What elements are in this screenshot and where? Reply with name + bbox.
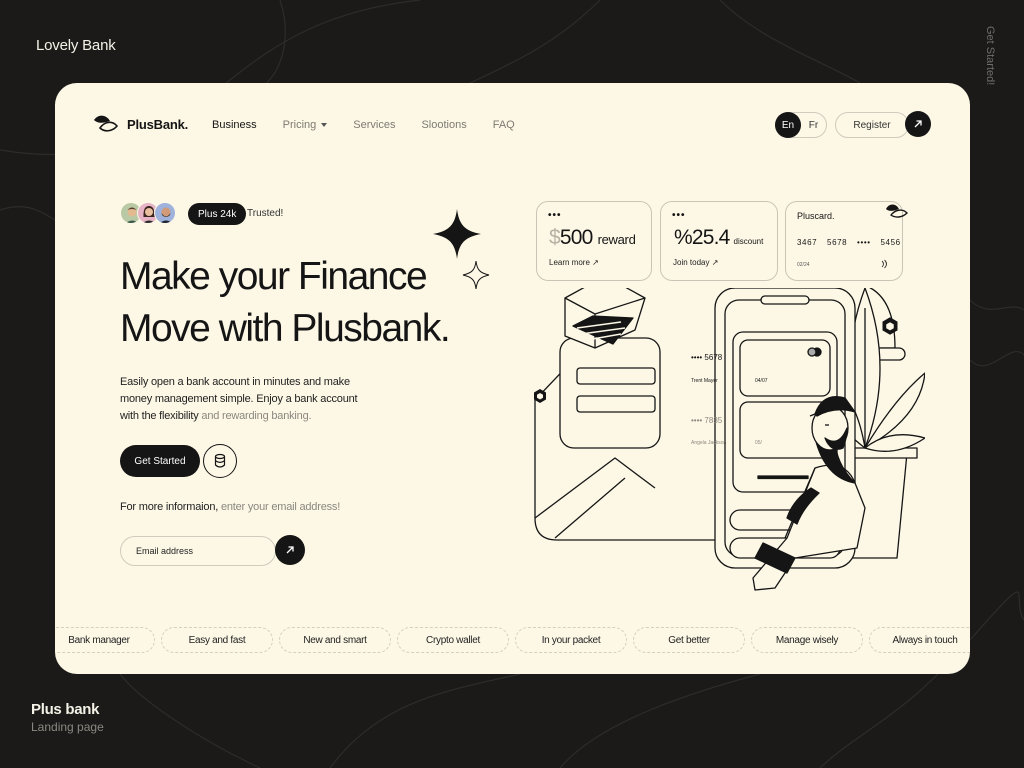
learn-more-link[interactable]: Learn more ↗ xyxy=(549,258,599,267)
currency-symbol: $ xyxy=(549,226,561,249)
ticker-chip: In your packet xyxy=(515,627,627,653)
coins-icon xyxy=(214,453,226,468)
phone-card-expiry: 04/07 xyxy=(755,378,768,384)
landing-card: PlusBank. Business Pricing Services Sloo… xyxy=(55,83,970,674)
top-brand: Lovely Bank xyxy=(36,37,116,54)
nav-solutions[interactable]: Slootions xyxy=(421,119,466,131)
ticker-chip: Bank manager xyxy=(55,627,155,653)
trusted-label: Trusted! xyxy=(247,208,284,219)
get-started-button[interactable]: Get Started xyxy=(120,445,200,477)
nav-services[interactable]: Services xyxy=(353,119,395,131)
discount-value: %25.4 xyxy=(674,226,730,249)
plus-count-badge: Plus 24k xyxy=(188,203,247,225)
discount-amount: %25.4 discount xyxy=(674,226,763,250)
join-today-label: Join today xyxy=(673,258,710,267)
nav-solutions-label: Slootions xyxy=(421,119,467,131)
ticker-chip: Always in touch xyxy=(869,627,970,653)
headline-line-2: Move with Plusbank. xyxy=(120,307,451,350)
nav-pricing-label: Pricing xyxy=(282,119,317,131)
side-get-started[interactable]: Get Started! xyxy=(984,26,996,85)
sparkle-icon xyxy=(433,209,490,290)
menu-dots-icon[interactable]: ••• xyxy=(548,210,562,221)
discount-card[interactable]: ••• %25.4 discount Join today ↗ xyxy=(660,201,778,281)
reward-label: reward xyxy=(597,232,636,247)
description-muted-text: and rewarding banking. xyxy=(198,410,312,422)
headline-line-1: Make your Finance xyxy=(120,255,428,298)
coin-button[interactable] xyxy=(203,444,237,478)
main-nav: Business Pricing Services Slootions FAQ xyxy=(212,119,541,131)
nav-business-label: Business xyxy=(212,119,257,131)
nav-services-label: Services xyxy=(353,119,396,131)
feature-ticker: Bank manager Easy and fast New and smart… xyxy=(55,627,970,653)
email-prompt: For more informaion, enter your email ad… xyxy=(120,501,340,513)
ticker-chip: New and smart xyxy=(279,627,391,653)
arrow-up-right-icon xyxy=(914,120,922,128)
hexagon-icon xyxy=(534,389,546,403)
logo-text: PlusBank. xyxy=(127,116,189,132)
hero-description: Easily open a bank account in minutes an… xyxy=(120,374,370,425)
footer-title: Plus bank xyxy=(31,701,100,718)
card-number: 3467 5678 •••• 5456 xyxy=(797,238,901,247)
nav-faq[interactable]: FAQ xyxy=(493,119,515,131)
footer-subtitle: Landing page xyxy=(31,720,104,734)
avatar xyxy=(154,202,176,224)
nav-pricing[interactable]: Pricing xyxy=(283,119,328,131)
reward-card[interactable]: ••• $500 reward Learn more ↗ xyxy=(536,201,652,281)
nav-faq-label: FAQ xyxy=(492,119,515,131)
phone-card-expiry: 05/ xyxy=(755,440,762,446)
email-prompt-text: For more informaion, xyxy=(120,501,219,513)
ticker-chip: Easy and fast xyxy=(161,627,273,653)
nav-business[interactable]: Business xyxy=(212,119,257,131)
hexagon-icon xyxy=(882,317,898,335)
email-prompt-muted: enter your email address! xyxy=(218,501,341,513)
chevron-down-icon xyxy=(321,123,328,127)
plusbank-logo-icon xyxy=(886,204,908,218)
register-arrow-button[interactable] xyxy=(905,111,931,137)
plusbank-logo-icon xyxy=(94,115,119,132)
discount-label: discount xyxy=(733,237,764,246)
ticker-chip: Get better xyxy=(633,627,745,653)
register-button[interactable]: Register xyxy=(835,112,909,138)
phone-card-number: •••• 7835 xyxy=(691,416,723,425)
lang-en-button[interactable]: En xyxy=(775,112,801,138)
pluscard-title: Pluscard. xyxy=(797,211,835,221)
join-today-link[interactable]: Join today ↗ xyxy=(673,258,718,267)
ticker-chip: Manage wisely xyxy=(751,627,863,653)
phone-card-number: •••• 5678 xyxy=(691,353,723,362)
phone-card-holder: Trent Mayer xyxy=(691,378,718,384)
arrow-up-right-icon xyxy=(286,546,294,554)
language-switch: En Fr xyxy=(775,112,827,138)
menu-dots-icon[interactable]: ••• xyxy=(672,210,686,221)
reward-value: 500 xyxy=(559,226,593,249)
reward-amount: $500 reward xyxy=(549,226,636,250)
logo[interactable]: PlusBank. xyxy=(92,114,188,134)
avatar-group xyxy=(120,202,176,224)
ticker-chip: Crypto wallet xyxy=(397,627,509,653)
contactless-icon xyxy=(881,259,887,269)
email-submit-button[interactable] xyxy=(275,535,305,565)
learn-more-label: Learn more xyxy=(549,258,590,267)
hero-headline: Make your Finance Move with Plusbank. xyxy=(120,251,451,355)
card-expiry: 02/24 xyxy=(797,262,810,268)
phone-card-holder: Angela Jackson xyxy=(691,440,727,446)
lang-fr-button[interactable]: Fr xyxy=(801,120,826,131)
email-field[interactable] xyxy=(120,536,276,566)
